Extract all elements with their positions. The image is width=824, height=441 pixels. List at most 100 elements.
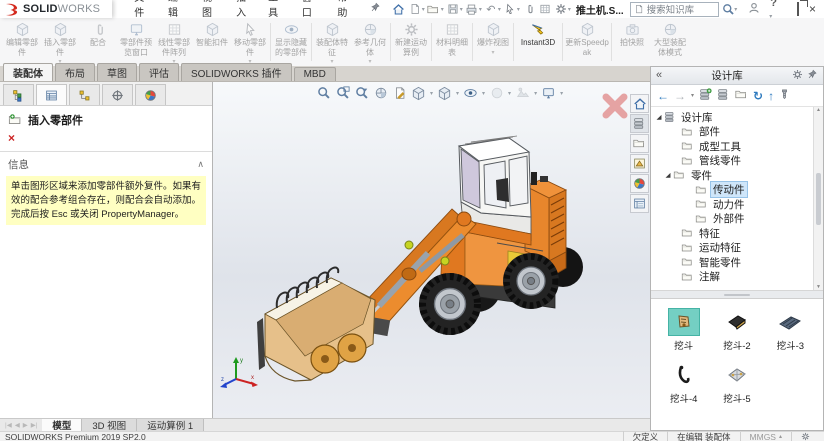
view-settings-caret-icon[interactable]: ▾ [560,90,563,97]
wheel-loader-model[interactable] [213,82,650,418]
scrollbar-thumb[interactable] [816,173,821,225]
tab-model[interactable]: 模型 [42,419,82,431]
design-library-tab-icon[interactable] [630,114,649,133]
ribbon-button-reference-geometry[interactable]: 参考几何体▾ [351,18,389,66]
edit-appearance-caret-icon[interactable]: ▾ [508,90,511,97]
previous-view-icon[interactable] [353,85,370,101]
collapse-panel-icon[interactable]: « [656,70,662,81]
display-style-caret-icon[interactable]: ▾ [456,90,459,97]
scroll-down-icon[interactable]: ▼ [816,284,821,290]
search-icon[interactable]: ▾ [722,3,738,16]
ribbon-button-new-motion-study[interactable]: 新建运动算例 [392,18,430,66]
solidworks-resources-home-icon[interactable] [630,94,649,113]
appearances-scenes-tab-icon[interactable] [630,174,649,193]
ribbon-button-update-speedpak[interactable]: 更新Speedpak [564,18,610,66]
tree-item-smart-components[interactable]: 智能零件 [651,255,823,270]
library-item-bucket-2[interactable]: 挖斗-2 [710,309,763,352]
tab-assembly[interactable]: 装配体 [3,63,53,81]
screw-fastener-icon[interactable] [779,88,790,103]
ribbon-button-exploded-view[interactable]: 爆炸视图▾ [474,18,512,66]
caret-down-icon[interactable]: ▾ [330,58,333,65]
view-palette-tab-icon[interactable] [630,154,649,173]
user-account-icon[interactable] [748,2,760,17]
select-caret-icon[interactable]: ▾ [517,6,520,13]
status-tag-icon[interactable] [791,432,819,441]
first-sheet-icon[interactable]: |◀ [5,421,12,429]
view-settings-icon[interactable] [540,85,557,101]
tab-property-manager[interactable] [36,84,67,105]
tab-mbd[interactable]: MBD [294,67,336,81]
open-icon[interactable] [426,2,442,17]
close-button[interactable]: × [809,3,816,15]
confirmation-corner-cancel-icon[interactable] [602,93,628,122]
zoom-to-fit-icon[interactable] [315,85,332,101]
tree-item-power-parts[interactable]: 动力件 [651,197,823,212]
tab-evaluate[interactable]: 评估 [139,63,179,81]
ribbon-button-instant3d[interactable]: Instant3D [515,18,561,66]
up-one-level-icon[interactable]: ↑ [768,90,774,102]
ribbon-button-move-component[interactable]: 移动零部件▾ [231,18,269,66]
select-icon[interactable] [502,2,518,17]
tree-item-forming-tools[interactable]: 成型工具 [651,139,823,154]
apply-scene-icon[interactable] [514,85,531,101]
save-caret-icon[interactable]: ▾ [460,6,463,13]
print-caret-icon[interactable]: ▾ [479,6,482,13]
create-folder-icon[interactable] [735,88,748,104]
back-icon[interactable]: ← [657,90,669,102]
restore-button[interactable] [797,3,799,15]
undo-caret-icon[interactable]: ▾ [498,6,501,13]
apply-scene-caret-icon[interactable]: ▾ [534,90,537,97]
hide-show-items-icon[interactable] [462,85,479,101]
ribbon-button-smart-fasteners[interactable]: 智能扣件 [193,18,231,66]
tab-3d-views[interactable]: 3D 视图 [82,419,137,431]
zoom-to-area-icon[interactable] [334,85,351,101]
save-icon[interactable] [445,2,461,17]
ribbon-button-assembly-features[interactable]: 装配体特征▾ [313,18,351,66]
tree-item-design-library[interactable]: ◢设计库 [651,110,823,125]
graphics-viewport[interactable]: ▾ ▾ ▾ ▾ ▾ ▾ y [213,82,650,418]
expanded-triangle-icon[interactable]: ◢ [663,171,673,179]
library-item-bucket-3[interactable]: 挖斗-3 [764,309,817,352]
tab-solidworks-addins[interactable]: SOLIDWORKS 插件 [181,63,292,81]
ribbon-button-edit-component[interactable]: 编辑零部件 [3,18,41,66]
hide-show-caret-icon[interactable]: ▾ [482,90,485,97]
ribbon-button-show-hidden-components[interactable]: 显示隐藏的零部件 [272,18,310,66]
pm-info-group-header[interactable]: 信息 ∧ [0,156,212,173]
collapse-chevron-icon[interactable]: ∧ [197,159,204,170]
caret-down-icon[interactable]: ▾ [491,49,494,56]
tree-item-motion-features[interactable]: 运动特征 [651,241,823,256]
new-caret-icon[interactable]: ▾ [422,6,425,13]
open-caret-icon[interactable]: ▾ [441,6,444,13]
tab-sketch[interactable]: 草图 [97,63,137,81]
expanded-triangle-icon[interactable]: ◢ [654,113,664,121]
panel-splitter[interactable] [651,291,823,299]
file-properties-icon[interactable] [537,2,553,17]
rebuild-icon[interactable] [521,2,537,17]
home-icon[interactable] [391,2,407,17]
ribbon-button-take-snapshot[interactable]: 拍快照 [613,18,651,66]
ribbon-button-component-preview[interactable]: 零部件预览窗口 [117,18,155,66]
tree-item-routing[interactable]: 管线零件 [651,154,823,169]
section-view-icon[interactable] [372,85,389,101]
add-to-library-icon[interactable] [699,88,712,104]
ribbon-button-insert-component[interactable]: 插入零部件▾ [41,18,79,66]
edit-appearance-icon[interactable] [488,85,505,101]
undo-icon[interactable]: ↶ [483,2,499,17]
pin-panel-icon[interactable] [807,69,818,83]
print-icon[interactable] [464,2,480,17]
forward-icon[interactable]: → [674,90,686,102]
ribbon-button-mate[interactable]: 配合 [79,18,117,66]
scroll-up-icon[interactable]: ▲ [816,107,821,113]
tab-feature-manager-tree[interactable] [3,84,34,105]
tab-layout[interactable]: 布局 [55,63,95,81]
tab-configuration-manager[interactable] [69,84,100,105]
library-home-icon[interactable] [717,88,730,104]
tree-item-transmission-parts[interactable]: 传动件 [651,183,823,198]
tree-scrollbar[interactable]: ▲ ▼ [813,107,823,290]
library-item-bucket-5[interactable]: 挖斗-5 [710,362,763,405]
tree-item-assemblies[interactable]: 部件 [651,125,823,140]
units-selector[interactable]: MMGS▴ [740,432,791,441]
tab-motion-study-1[interactable]: 运动算例 1 [137,419,204,431]
pm-cancel-button[interactable]: × [0,130,212,149]
options-caret-icon[interactable]: ▾ [568,6,571,13]
